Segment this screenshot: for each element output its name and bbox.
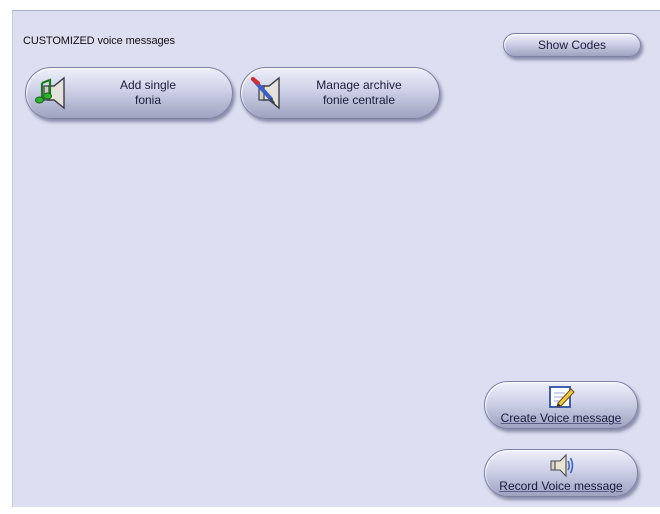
manage-archive-label-line1: Manage archive [316,78,402,92]
record-voice-message-button[interactable]: Record Voice message [484,449,638,497]
edit-document-icon [546,384,576,410]
record-voice-message-label: Record Voice message [499,479,623,493]
voice-messages-panel: CUSTOMIZED voice messages Show Codes Add… [12,10,660,507]
speaker-pencil-icon [249,73,289,113]
speaker-sound-icon [546,452,576,478]
manage-archive-label-line2: fonie centrale [322,93,396,107]
page-title: CUSTOMIZED voice messages [23,35,175,47]
add-single-label-line2: fonia [134,93,162,107]
add-single-label-line1: Add single [119,78,177,92]
add-single-fonia-button[interactable]: Add single fonia [25,67,233,119]
show-codes-button[interactable]: Show Codes [503,33,641,57]
create-voice-message-button[interactable]: Create Voice message [484,381,638,429]
show-codes-label: Show Codes [537,38,607,52]
manage-archive-button[interactable]: Manage archive fonie centrale [240,67,440,119]
add-single-fonia-label: Add single fonia [74,78,232,108]
create-voice-message-label: Create Voice message [500,411,622,425]
manage-archive-label: Manage archive fonie centrale [289,78,439,108]
speaker-music-note-icon [34,73,74,113]
